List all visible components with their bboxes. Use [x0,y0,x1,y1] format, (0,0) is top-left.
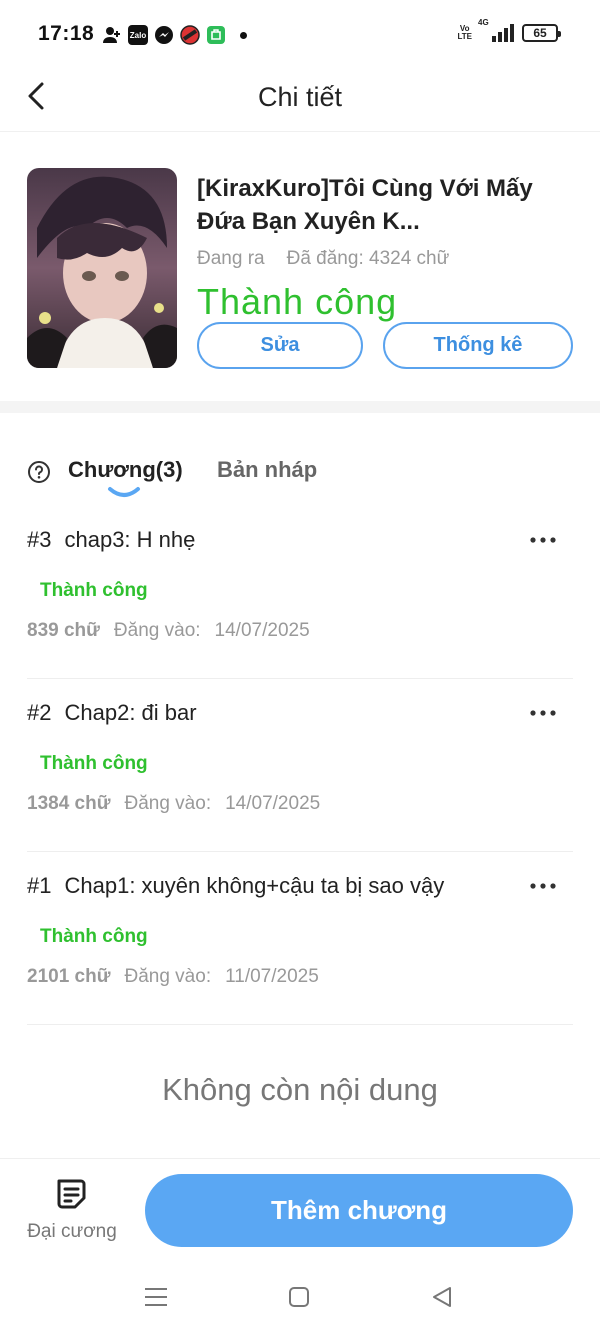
chapter-word-count: 2101 chữ [27,966,111,987]
battery-icon: 65 [522,24,561,42]
battery-level: 65 [533,26,547,40]
chapter-title: chap3: H nhẹ [64,527,196,552]
publish-status: Đang ra [197,248,265,269]
home-square-icon[interactable] [286,1284,312,1310]
chapter-title: Chap1: xuyên không+cậu ta bị sao vậy [64,873,445,898]
chapter-title: Chap2: đi bar [64,700,197,725]
review-status: Thành công [197,281,398,322]
help-circle-icon[interactable] [27,460,51,484]
more-notifications-dot [240,31,247,39]
chapter-status: Thành công [40,753,148,774]
chapter-item[interactable]: #2 Chap2: đi bar Thành công 1384 chữ Đăn… [27,679,573,852]
story-title: [KiraxKuro]Tôi Cùng Với Mấy Đứa Bạn Xuyê… [197,175,533,235]
page-title: Chi tiết [257,82,343,112]
notification-icons: Zalo [102,24,247,46]
zalo-icon: Zalo [128,25,148,45]
edit-button[interactable]: Sửa [197,322,363,369]
chapter-item[interactable]: #1 Chap1: xuyên không+cậu ta bị sao vậy … [27,852,573,1025]
chapter-meta: 2101 chữ Đăng vào: 11/07/2025 [27,966,319,988]
outline-label: Đại cương [27,1221,117,1242]
app-icon [180,25,200,45]
signal-icon: 4G [478,18,514,42]
story-meta: Đang ra Đã đăng: 4324 chữ [197,248,449,270]
add-contact-icon [102,25,122,45]
chapter-word-count: 839 chữ [27,620,100,641]
outline-button[interactable]: Đại cương [22,1177,122,1255]
statistics-button[interactable]: Thống kê [383,322,573,369]
chapter-status: Thành công [40,580,148,601]
chapter-word-count: 1384 chữ [27,793,111,814]
chapter-number: #3 [27,527,52,552]
chapter-status: Thành công [40,926,148,947]
system-nav-bar [0,1264,600,1333]
end-of-list-message: Không còn nội dung [162,1072,438,1107]
chapter-number: #2 [27,700,52,725]
more-dots-icon[interactable] [529,878,557,889]
more-dots-icon[interactable] [529,532,557,543]
publish-date-label: Đăng vào: [124,793,212,814]
network-type-label: 4G [478,18,489,27]
story-word-count: Đã đăng: 4324 chữ [286,248,450,269]
chapter-heading: #3 chap3: H nhẹ [27,527,195,553]
outline-document-icon [55,1177,89,1211]
chapter-meta: 1384 chữ Đăng vào: 14/07/2025 [27,793,320,815]
tab-chapters[interactable]: Chương(3) [68,457,183,483]
more-dots-icon[interactable] [529,705,557,716]
status-bar: 17:18 Zalo Vo LTE 4G 65 [0,0,600,68]
back-triangle-icon[interactable] [429,1284,455,1310]
status-time: 17:18 [38,22,95,45]
publish-date: 14/07/2025 [225,793,321,814]
menu-lines-icon[interactable] [143,1284,169,1310]
bottom-action-bar: Đại cương Thêm chương [0,1158,600,1264]
chapter-heading: #1 Chap1: xuyên không+cậu ta bị sao vậy [27,873,444,899]
system-indicators: Vo LTE 4G 65 [457,18,561,42]
volte-indicator: Vo LTE [457,24,472,41]
story-info: [KiraxKuro]Tôi Cùng Với Mấy Đứa Bạn Xuyê… [0,133,600,401]
story-cover-image[interactable] [27,168,177,368]
publish-date: 11/07/2025 [225,966,319,987]
tab-drafts[interactable]: Bản nháp [217,457,317,483]
store-icon [206,25,226,45]
publish-date: 14/07/2025 [214,620,310,641]
publish-date-label: Đăng vào: [124,966,212,987]
chapter-meta: 839 chữ Đăng vào: 14/07/2025 [27,620,310,642]
app-header: Chi tiết [0,68,600,132]
chapter-heading: #2 Chap2: đi bar [27,700,197,726]
section-divider [0,401,600,413]
add-chapter-button[interactable]: Thêm chương [145,1174,573,1247]
active-tab-indicator [107,485,141,499]
chapter-number: #1 [27,873,52,898]
publish-date-label: Đăng vào: [113,620,201,641]
messenger-icon [154,25,174,45]
chapter-item[interactable]: #3 chap3: H nhẹ Thành công 839 chữ Đăng … [27,506,573,679]
chapter-tabs: Chương(3) Bản nháp [0,445,600,505]
